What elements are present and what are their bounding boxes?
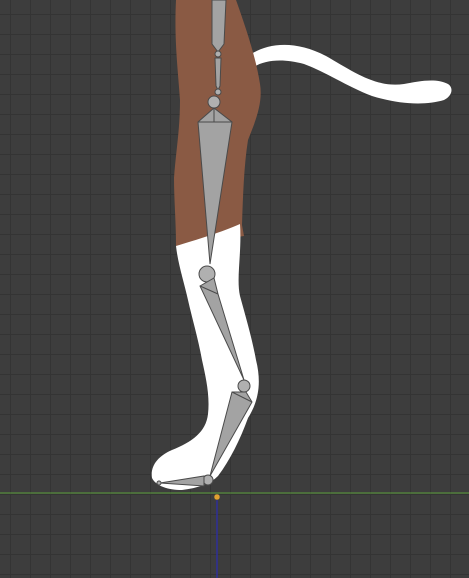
joint-knee-upper[interactable] [207,95,221,109]
tail-mesh[interactable] [246,44,452,104]
sock-mesh[interactable] [151,224,259,490]
bone-hip[interactable] [211,0,227,53]
joint-hip-end[interactable] [214,50,222,58]
3d-viewport[interactable] [0,0,469,578]
joint-ankle[interactable] [237,379,251,393]
origin-point-icon[interactable] [213,493,221,501]
scene-canvas[interactable] [0,0,469,578]
bone-thigh-upper[interactable] [214,57,222,92]
joint-toe-tip[interactable] [156,480,162,486]
joint-thigh[interactable] [214,88,222,96]
